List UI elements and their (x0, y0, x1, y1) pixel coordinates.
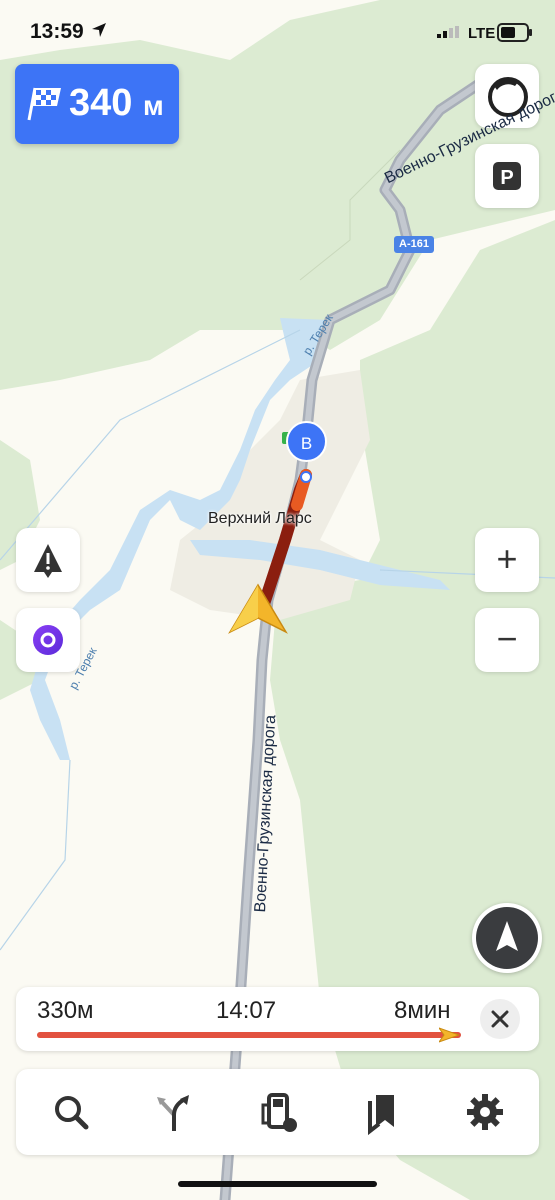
finish-flag-icon (27, 87, 61, 121)
battery-icon (497, 23, 532, 42)
alice-assistant-icon (33, 625, 63, 655)
status-bar: 13:59 LTE (0, 0, 555, 66)
parking-icon: P (493, 162, 521, 190)
clock: 13:59 (30, 20, 84, 43)
route-progress-bar (37, 1027, 461, 1043)
remaining-distance: 330м (37, 997, 94, 1024)
maneuver-distance-unit: м (142, 90, 164, 121)
zoom-in-label: + (496, 538, 517, 579)
zoom-out-label: − (496, 618, 517, 659)
vehicle-marker-icon (439, 1027, 459, 1043)
settings-button[interactable] (460, 1087, 510, 1137)
close-icon (491, 1010, 509, 1028)
fuel-station-icon (261, 1093, 297, 1132)
destination-marker[interactable]: B (286, 421, 327, 462)
town-label: Верхний Ларс (208, 510, 312, 527)
zoom-in-button[interactable]: + (475, 528, 539, 592)
bookmarks-icon (368, 1095, 394, 1136)
end-route-button[interactable] (480, 999, 520, 1039)
road-shield: А-161 (394, 236, 434, 253)
zoom-out-button[interactable]: − (475, 608, 539, 672)
search-button[interactable] (46, 1087, 96, 1137)
compass-button[interactable] (472, 903, 542, 973)
route-fork-icon (157, 1095, 189, 1131)
bottom-toolbar (16, 1069, 539, 1155)
home-indicator[interactable] (178, 1181, 377, 1187)
maneuver-panel[interactable]: 340 м (15, 64, 179, 144)
network-type: LTE (468, 25, 496, 42)
route-progress-fill (37, 1032, 461, 1038)
maneuver-distance-value: 340 (69, 82, 133, 124)
gas-stations-button[interactable] (253, 1087, 303, 1137)
bookmarks-button[interactable] (356, 1087, 406, 1137)
remaining-time: 8мин (394, 997, 451, 1024)
route-info-panel[interactable]: 330м 14:07 8мин (16, 987, 539, 1051)
maneuver-distance: 340 м (69, 82, 164, 125)
signal-icon (437, 26, 459, 38)
report-incident-button[interactable] (16, 528, 80, 592)
arrival-time: 14:07 (216, 997, 277, 1024)
settings-gear-icon (467, 1094, 503, 1130)
route-options-button[interactable] (149, 1087, 199, 1137)
search-icon (55, 1096, 89, 1130)
warning-icon (34, 544, 62, 578)
voice-assistant-button[interactable] (16, 608, 80, 672)
parking-label: P (500, 167, 513, 189)
parking-button[interactable]: P (475, 144, 539, 208)
north-arrow-icon (476, 907, 538, 969)
location-arrow-icon (92, 23, 106, 37)
